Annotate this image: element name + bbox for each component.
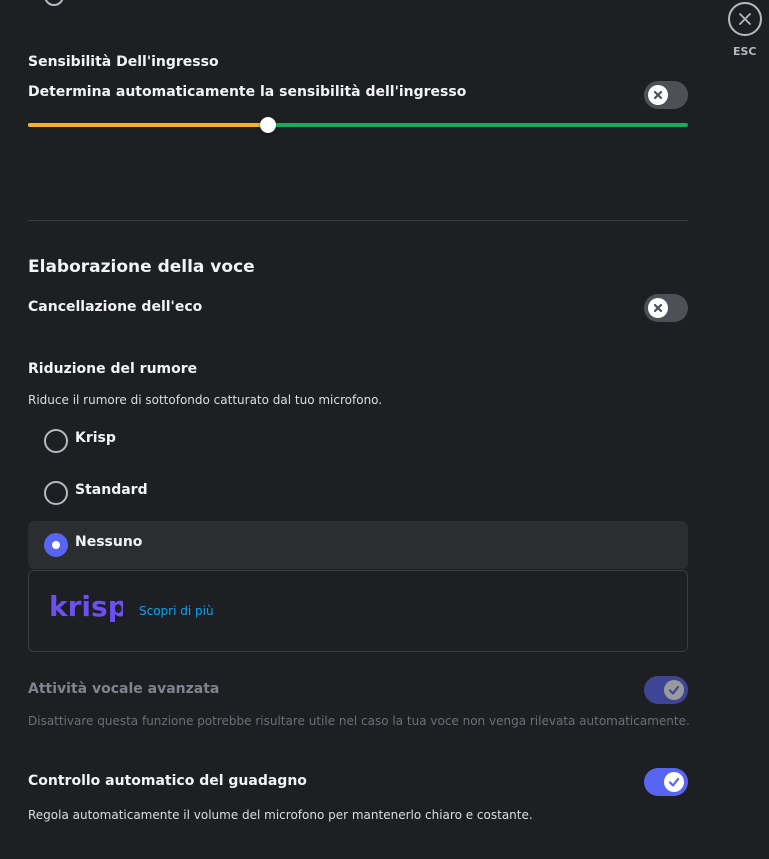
advanced-voice-activity-toggle[interactable] [644,676,688,704]
noise-reduction-title: Riduzione del rumore [28,361,198,377]
voice-processing-title: Elaborazione della voce [28,257,255,277]
radio-option-nessuno[interactable]: Nessuno [28,521,688,569]
radio-label: Krisp [75,430,116,446]
krisp-logo: krisp [49,591,123,623]
sensitivity-slider-thumb[interactable] [260,117,276,133]
automatic-gain-control-description: Regola automaticamente il volume del mic… [28,808,533,822]
radio-label: Standard [75,482,148,498]
krisp-info-box: krisp Scopri di più [28,570,688,652]
radio-button[interactable] [44,481,68,505]
advanced-voice-activity-description: Disattivare questa funzione potrebbe ris… [28,714,690,728]
radio-option-krisp[interactable]: Krisp [28,417,688,465]
auto-sensitivity-label: Determina automaticamente la sensibilità… [28,84,467,100]
noise-reduction-description: Riduce il rumore di sottofondo catturato… [28,393,383,407]
toggle-knob [648,85,668,105]
close-icon [739,13,751,25]
radio-option-standard[interactable]: Standard [28,469,688,517]
close-button[interactable] [728,2,762,36]
section-divider [28,220,688,221]
x-icon [653,303,663,313]
advanced-voice-activity-label: Attività vocale avanzata [28,681,220,697]
toggle-knob [664,680,684,700]
sensitivity-slider-fill [28,123,268,127]
check-icon [668,685,680,695]
radio-label: Nessuno [75,534,143,550]
radio-button[interactable] [44,429,68,453]
esc-label: ESC [733,45,757,58]
input-sensitivity-title: Sensibilità Dell'ingresso [28,54,219,70]
automatic-gain-control-label: Controllo automatico del guadagno [28,773,307,789]
auto-sensitivity-toggle[interactable] [644,81,688,109]
echo-cancellation-toggle[interactable] [644,294,688,322]
partial-radio[interactable] [44,0,64,6]
x-icon [653,90,663,100]
radio-button-checked[interactable] [44,533,68,557]
automatic-gain-control-toggle[interactable] [644,768,688,796]
toggle-knob [664,772,684,792]
svg-text:krisp: krisp [49,591,123,623]
learn-more-link[interactable]: Scopri di più [139,604,214,618]
echo-cancellation-label: Cancellazione dell'eco [28,299,203,315]
toggle-knob [648,298,668,318]
check-icon [668,777,680,787]
